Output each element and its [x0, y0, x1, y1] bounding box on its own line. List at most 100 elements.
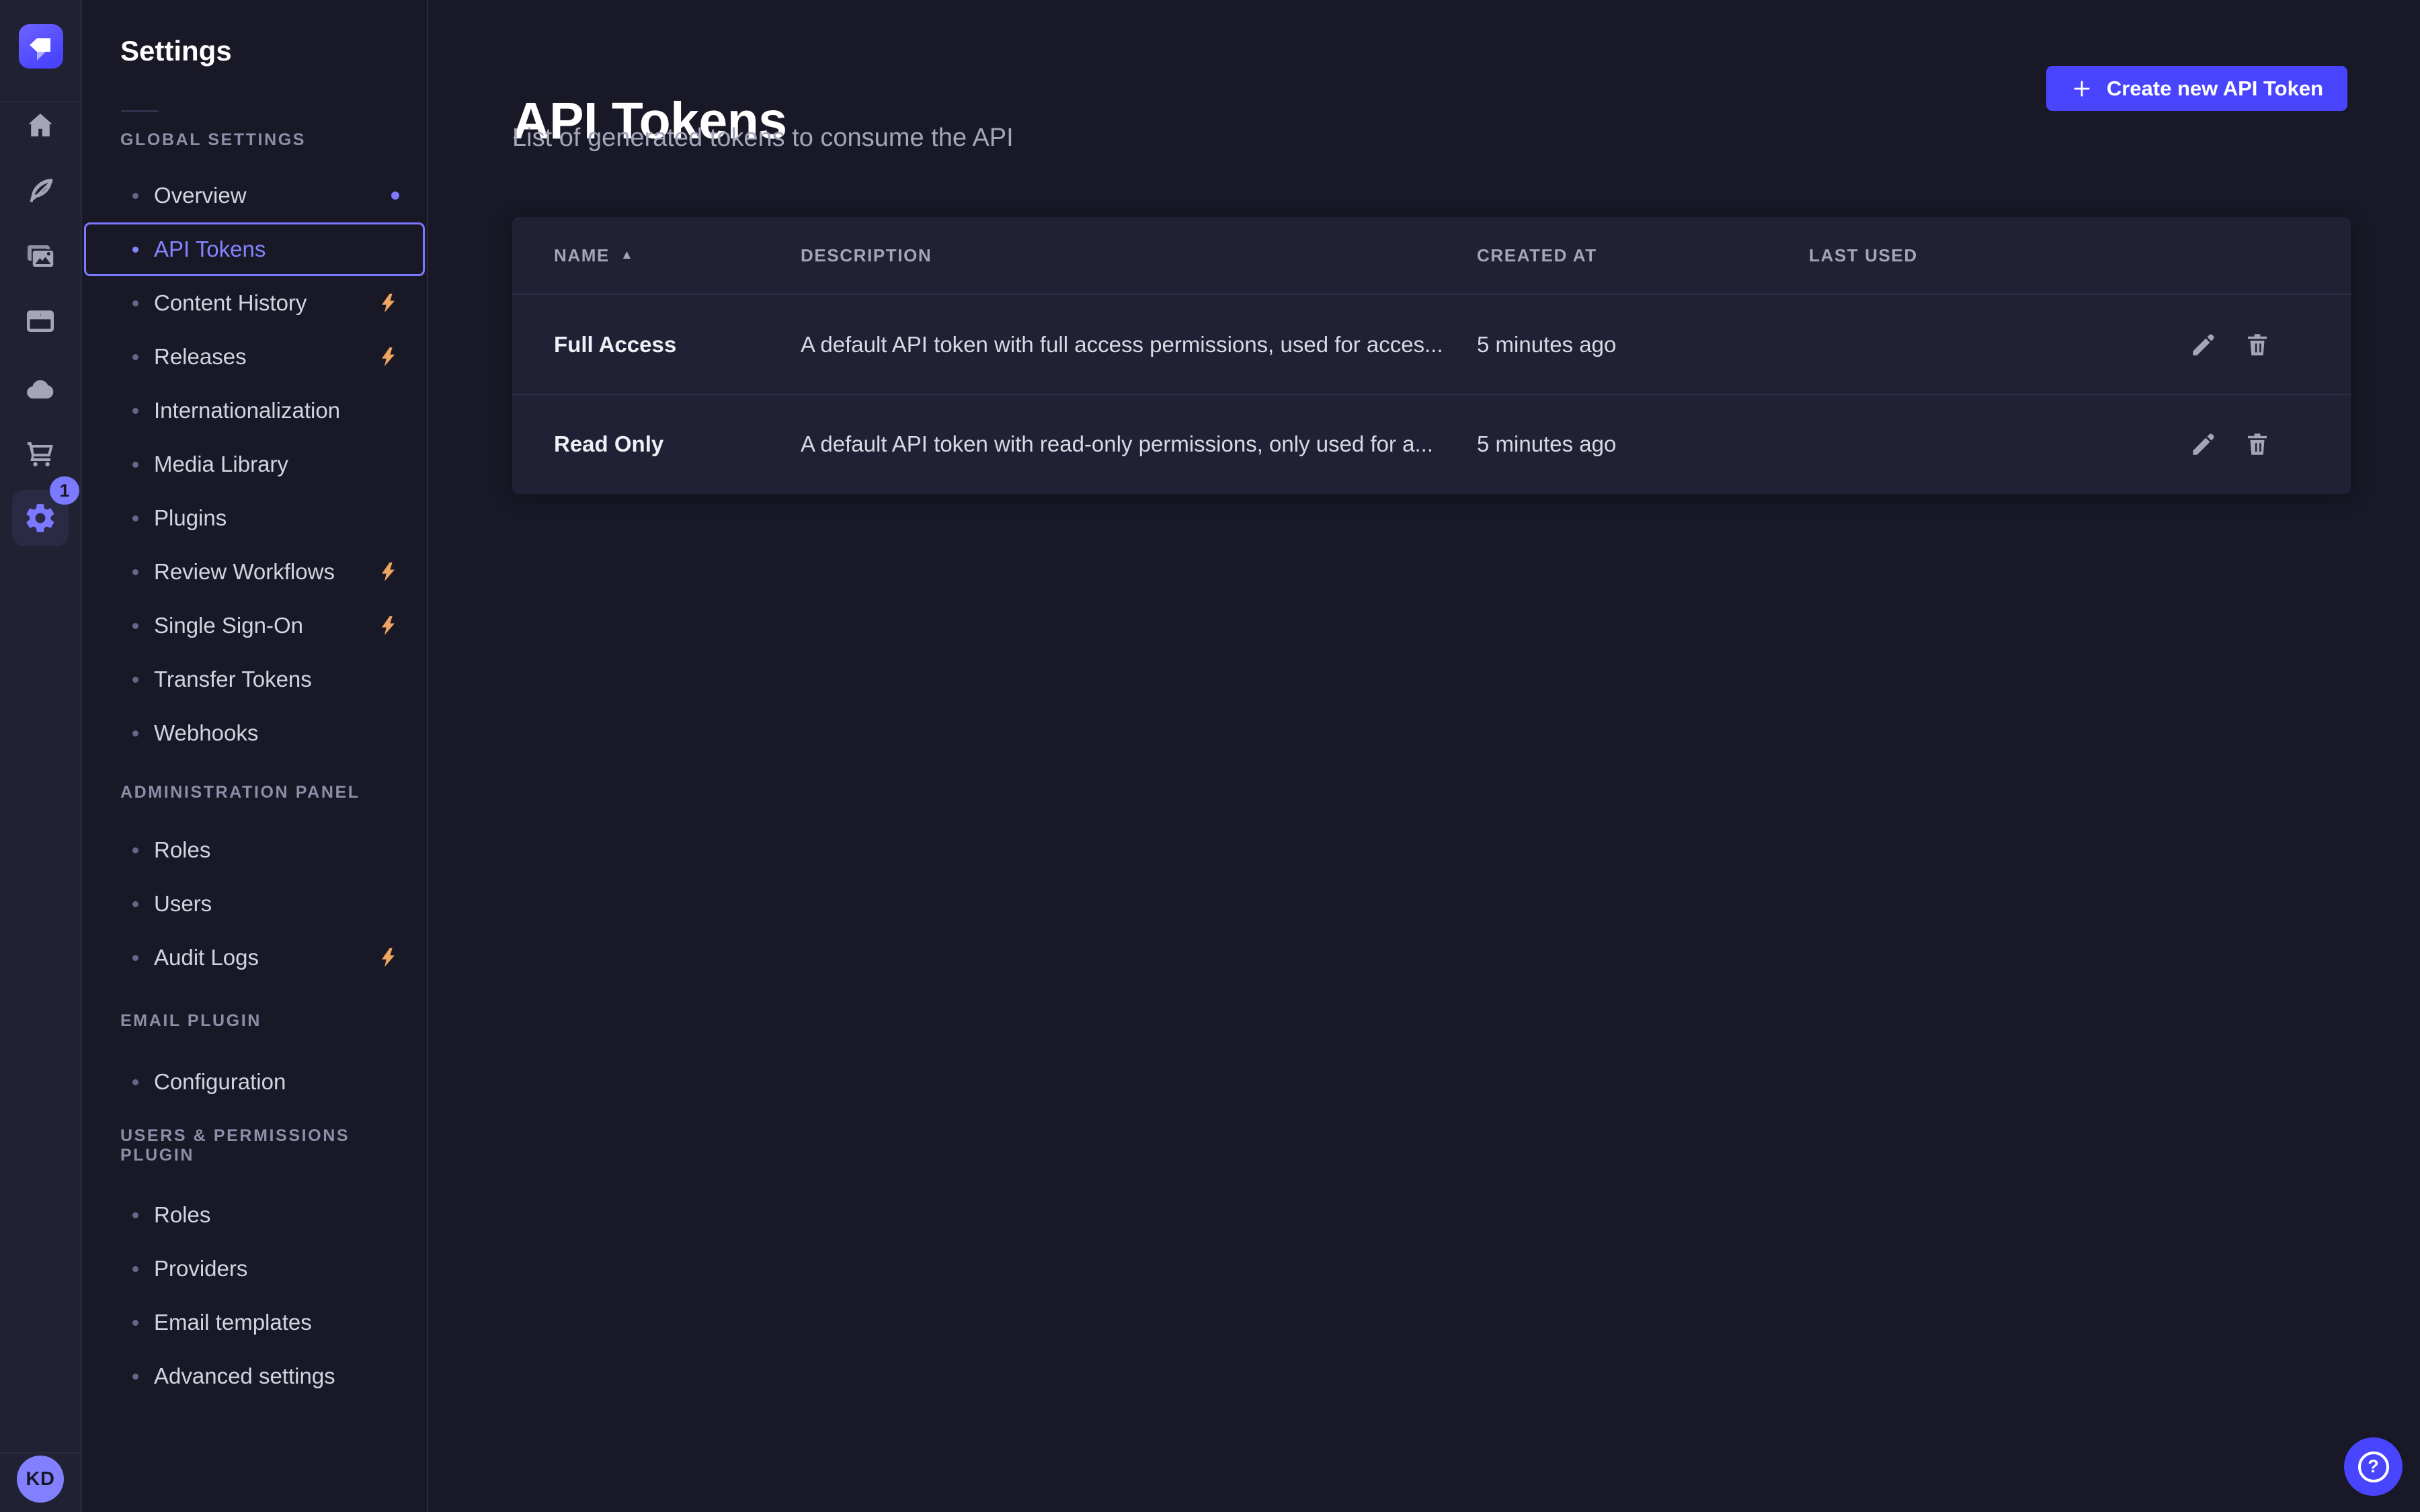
administration-panel-list: Roles Users Audit Logs	[82, 823, 427, 984]
api-tokens-table: NAME ▲ DESCRIPTION CREATED AT LAST USED …	[512, 217, 2351, 494]
pencil-icon	[2189, 331, 2218, 359]
subnav-title: Settings	[120, 35, 232, 67]
sidebar-item-advanced-settings[interactable]: Advanced settings	[84, 1349, 425, 1403]
sidebar-item-overview[interactable]: Overview	[84, 169, 425, 222]
bullet-icon	[132, 730, 138, 737]
user-avatar[interactable]: KD	[17, 1456, 64, 1503]
users-permissions-list: Roles Providers Email templates Advanced…	[82, 1188, 427, 1403]
bullet-icon	[132, 462, 138, 468]
edit-token-button[interactable]	[2189, 429, 2218, 460]
sidebar-item-audit-logs[interactable]: Audit Logs	[84, 931, 425, 984]
rail-bottom-divider	[0, 1452, 81, 1454]
bullet-icon	[132, 408, 138, 414]
delete-token-button[interactable]	[2243, 429, 2271, 460]
lightning-icon	[378, 947, 399, 968]
sidebar-item-api-tokens[interactable]: API Tokens	[84, 222, 425, 276]
token-created-at: 5 minutes ago	[1477, 431, 1809, 457]
feather-icon[interactable]	[0, 159, 81, 223]
sidebar-item-providers[interactable]: Providers	[84, 1242, 425, 1296]
row-actions	[2189, 429, 2351, 460]
sidebar-item-media-library[interactable]: Media Library	[84, 437, 425, 491]
sidebar-item-label: Roles	[154, 1202, 210, 1228]
sidebar-item-releases[interactable]: Releases	[84, 330, 425, 384]
sidebar-item-email-templates[interactable]: Email templates	[84, 1296, 425, 1349]
table-row[interactable]: Read Only A default API token with read-…	[512, 394, 2351, 493]
bullet-icon	[132, 300, 138, 306]
sidebar-item-single-sign-on[interactable]: Single Sign-On	[84, 599, 425, 653]
trash-icon	[2243, 430, 2271, 458]
sidebar-item-label: Users	[154, 891, 212, 917]
sidebar-item-settings-active[interactable]: 1	[12, 490, 69, 546]
sidebar-item-label: Audit Logs	[154, 945, 259, 970]
plus-icon	[2070, 77, 2093, 100]
sidebar-item-internationalization[interactable]: Internationalization	[84, 384, 425, 437]
help-button[interactable]: ?	[2344, 1437, 2403, 1496]
pencil-icon	[2189, 430, 2218, 458]
title-underline	[121, 110, 159, 112]
sidebar-item-review-workflows[interactable]: Review Workflows	[84, 545, 425, 599]
bullet-icon	[132, 623, 138, 629]
token-created-at: 5 minutes ago	[1477, 332, 1809, 358]
sidebar-item-label: API Tokens	[154, 237, 266, 262]
sidebar-item-webhooks[interactable]: Webhooks	[84, 706, 425, 760]
table-row[interactable]: Full Access A default API token with ful…	[512, 295, 2351, 394]
lightning-icon	[378, 615, 399, 636]
media-library-icon[interactable]	[0, 224, 81, 288]
bullet-icon	[132, 1212, 138, 1218]
subnav-scroll-area: GLOBAL SETTINGS Overview API Tokens Cont…	[82, 128, 427, 1403]
bullet-icon	[132, 193, 138, 199]
cloud-icon[interactable]	[0, 355, 81, 420]
bullet-icon	[132, 901, 138, 907]
sidebar-item-label: Releases	[154, 344, 247, 370]
main-content: API Tokens List of generated tokens to c…	[428, 0, 2420, 1512]
token-description: A default API token with read-only permi…	[801, 431, 1477, 457]
delete-token-button[interactable]	[2243, 329, 2271, 360]
sidebar-item-label: Internationalization	[154, 398, 340, 423]
sidebar-item-transfer-tokens[interactable]: Transfer Tokens	[84, 653, 425, 706]
section-label-email-plugin: EMAIL PLUGIN	[120, 1011, 427, 1031]
sidebar-item-users[interactable]: Users	[84, 877, 425, 931]
sidebar-item-configuration[interactable]: Configuration	[84, 1055, 425, 1109]
bullet-icon	[132, 1266, 138, 1272]
bullet-icon	[132, 515, 138, 521]
section-label-global-settings: GLOBAL SETTINGS	[120, 130, 427, 150]
column-header-description[interactable]: DESCRIPTION	[801, 245, 1477, 266]
bullet-icon	[132, 847, 138, 853]
bullet-icon	[132, 569, 138, 575]
token-description: A default API token with full access per…	[801, 332, 1477, 358]
lightning-icon	[378, 346, 399, 368]
sidebar-item-content-history[interactable]: Content History	[84, 276, 425, 330]
section-label-administration-panel: ADMINISTRATION PANEL	[120, 783, 427, 802]
sidebar-item-roles-admin[interactable]: Roles	[84, 823, 425, 877]
lightning-icon	[378, 292, 399, 314]
sidebar-item-plugins[interactable]: Plugins	[84, 491, 425, 545]
bullet-icon	[132, 354, 138, 360]
home-icon[interactable]	[0, 93, 81, 158]
column-header-name[interactable]: NAME ▲	[554, 245, 801, 266]
bullet-icon	[132, 1079, 138, 1085]
sidebar-item-label: Advanced settings	[154, 1363, 335, 1389]
sidebar-item-label: Configuration	[154, 1069, 286, 1095]
sidebar-item-label: Review Workflows	[154, 559, 335, 585]
settings-notification-badge: 1	[50, 476, 79, 505]
lightning-icon	[378, 561, 399, 583]
create-api-token-label: Create new API Token	[2107, 77, 2323, 101]
sidebar-item-label: Email templates	[154, 1310, 312, 1335]
token-name: Full Access	[554, 332, 801, 358]
column-header-created-at[interactable]: CREATED AT	[1477, 245, 1809, 266]
page-subtitle: List of generated tokens to consume the …	[512, 124, 1014, 153]
token-name: Read Only	[554, 431, 801, 457]
strapi-logo[interactable]	[19, 24, 63, 69]
notification-dot-icon	[391, 192, 399, 200]
bullet-icon	[132, 955, 138, 961]
cart-icon[interactable]	[0, 421, 81, 485]
sidebar-item-label: Roles	[154, 837, 210, 863]
column-header-last-used[interactable]: LAST USED	[1809, 245, 2189, 266]
bullet-icon	[132, 247, 138, 253]
edit-token-button[interactable]	[2189, 329, 2218, 360]
sidebar-item-roles-up[interactable]: Roles	[84, 1188, 425, 1242]
create-api-token-button[interactable]: Create new API Token	[2046, 66, 2347, 111]
section-label-users-permissions-plugin: USERS & PERMISSIONS PLUGIN	[120, 1126, 427, 1165]
row-actions	[2189, 329, 2351, 360]
layout-icon[interactable]	[0, 289, 81, 353]
